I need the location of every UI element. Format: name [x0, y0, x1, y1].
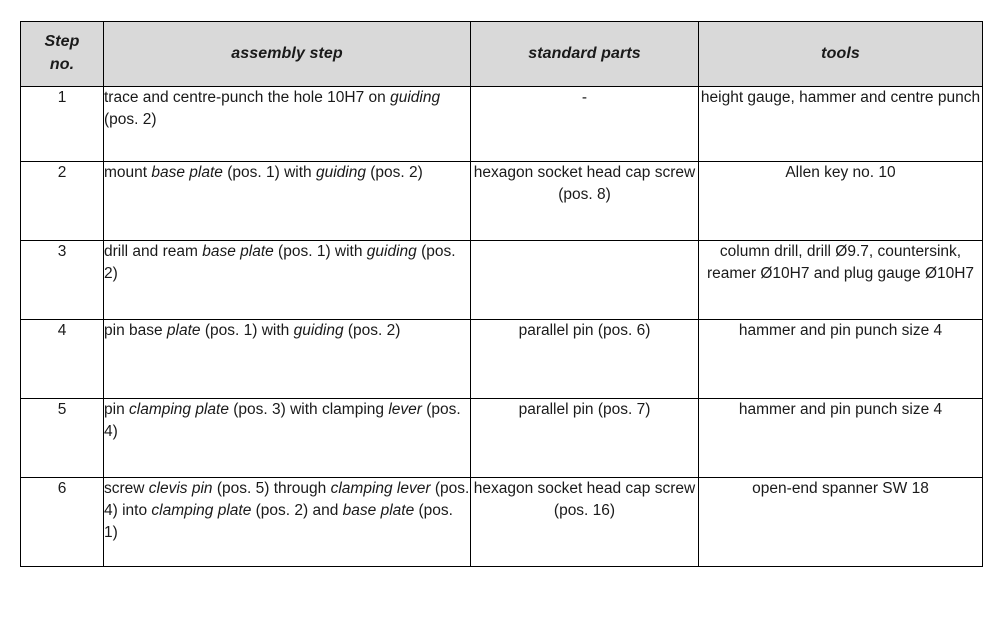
part-name-emphasis: base plate	[151, 164, 223, 181]
assembly-step-text: pin clamping plate (pos. 3) with clampin…	[104, 399, 470, 443]
assembly-step-text: screw clevis pin (pos. 5) through clampi…	[104, 478, 470, 544]
assembly-step-text: trace and centre-punch the hole 10H7 on …	[104, 87, 470, 131]
assembly-step-run: (pos. 1) with	[222, 164, 316, 181]
column-header-assembly-step: assembly step	[103, 21, 471, 87]
part-name-emphasis: guiding	[315, 164, 366, 181]
cell-standard-parts: parallel pin (pos. 7)	[470, 398, 699, 478]
table-row: 4 pin base plate (pos. 1) with guiding (p…	[20, 319, 983, 399]
cell-standard-parts: hexagon socket head cap screw (pos. 8)	[470, 161, 699, 241]
cell-step-no: 3	[20, 240, 104, 320]
part-name-emphasis: clamping lever	[330, 480, 431, 497]
cell-step-no: 1	[20, 86, 104, 162]
column-header-standard-parts: standard parts	[470, 21, 699, 87]
table-header-row: Step no. assembly step standard parts to…	[20, 21, 983, 87]
assembly-step-run: (pos. 1) with	[273, 243, 367, 260]
table-body: 1 trace and centre-punch the hole 10H7 on…	[20, 86, 983, 567]
cell-step-no: 2	[20, 161, 104, 241]
cell-step-no: 4	[20, 319, 104, 399]
assembly-step-text: mount base plate (pos. 1) with guiding (…	[104, 162, 470, 184]
cell-assembly-step: trace and centre-punch the hole 10H7 on …	[103, 86, 471, 162]
cell-assembly-step: screw clevis pin (pos. 5) through clampi…	[103, 477, 471, 567]
table-row: 1 trace and centre-punch the hole 10H7 on…	[20, 86, 983, 162]
cell-tools: column drill, drill Ø9.7, countersink, r…	[698, 240, 983, 320]
cell-standard-parts: hexagon socket head cap screw (pos. 16)	[470, 477, 699, 567]
assembly-step-run: pin	[104, 401, 129, 418]
column-header-step-no: Step no.	[20, 21, 104, 87]
part-name-emphasis: guiding	[366, 243, 417, 260]
assembly-step-run: pin base	[104, 322, 167, 339]
cell-standard-parts: -	[470, 86, 699, 162]
part-name-emphasis: clamping plate	[129, 401, 229, 418]
assembly-table-container: Step no. assembly step standard parts to…	[20, 21, 983, 567]
cell-standard-parts: parallel pin (pos. 6)	[470, 319, 699, 399]
cell-tools: open-end spanner SW 18	[698, 477, 983, 567]
column-header-step-no-line1: Step	[44, 33, 80, 51]
assembly-step-run: (pos. 2)	[343, 322, 401, 339]
table-row: 2 mount base plate (pos. 1) with guiding …	[20, 161, 983, 241]
assembly-step-text: drill and ream base plate (pos. 1) with …	[104, 241, 470, 285]
assembly-step-run: (pos. 2)	[365, 164, 423, 181]
assembly-step-run: (pos. 1) with	[200, 322, 294, 339]
assembly-steps-table: Step no. assembly step standard parts to…	[20, 21, 983, 567]
assembly-step-text: pin base plate (pos. 1) with guiding (po…	[104, 320, 470, 342]
column-header-tools: tools	[698, 21, 983, 87]
cell-tools: Allen key no. 10	[698, 161, 983, 241]
table-row: 5 pin clamping plate (pos. 3) with clampi…	[20, 398, 983, 478]
assembly-step-run: (pos. 2)	[104, 111, 157, 128]
part-name-emphasis: lever	[388, 401, 422, 418]
part-name-emphasis: plate	[166, 322, 201, 339]
cell-tools: hammer and pin punch size 4	[698, 319, 983, 399]
part-name-emphasis: guiding	[293, 322, 344, 339]
assembly-step-run: (pos. 2) and	[251, 502, 343, 519]
part-name-emphasis: base plate	[342, 502, 415, 519]
cell-assembly-step: pin base plate (pos. 1) with guiding (po…	[103, 319, 471, 399]
cell-standard-parts	[470, 240, 699, 320]
cell-tools: height gauge, hammer and centre punch	[698, 86, 983, 162]
table-row: 3 drill and ream base plate (pos. 1) with…	[20, 240, 983, 320]
part-name-emphasis: guiding	[390, 89, 441, 106]
assembly-step-run: drill and ream	[104, 243, 203, 260]
part-name-emphasis: base plate	[202, 243, 274, 260]
part-name-emphasis: clamping plate	[151, 502, 252, 519]
assembly-step-run: (pos. 3) with clamping	[228, 401, 389, 418]
cell-tools: hammer and pin punch size 4	[698, 398, 983, 478]
cell-assembly-step: mount base plate (pos. 1) with guiding (…	[103, 161, 471, 241]
cell-assembly-step: drill and ream base plate (pos. 1) with …	[103, 240, 471, 320]
cell-step-no: 6	[20, 477, 104, 567]
assembly-step-run: screw	[104, 480, 149, 497]
cell-step-no: 5	[20, 398, 104, 478]
cell-assembly-step: pin clamping plate (pos. 3) with clampin…	[103, 398, 471, 478]
table-row: 6 screw clevis pin (pos. 5) through clamp…	[20, 477, 983, 567]
part-name-emphasis: clevis pin	[148, 480, 213, 497]
assembly-step-run: mount	[104, 164, 152, 181]
assembly-step-run: trace and centre-punch the hole 10H7 on	[104, 89, 391, 106]
column-header-step-no-line2: no.	[49, 56, 75, 73]
table-header: Step no. assembly step standard parts to…	[20, 21, 983, 87]
assembly-step-run: (pos. 5) through	[212, 480, 331, 497]
